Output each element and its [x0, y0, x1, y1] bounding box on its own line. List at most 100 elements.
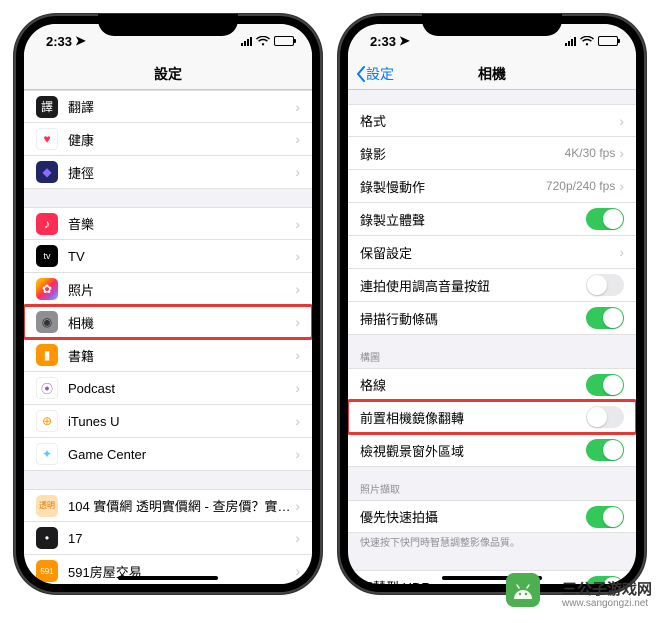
toggle-switch[interactable]: [586, 506, 624, 528]
back-label: 設定: [366, 64, 394, 84]
phone-right: 2:33 ➤ 設定 相機 格式›錄影4K/30 fps›錄製慢動: [338, 14, 646, 594]
row-label: 相機: [68, 313, 295, 332]
signal-icon: [241, 37, 252, 46]
app-icon: ▮: [36, 344, 58, 366]
toggle-switch[interactable]: [586, 406, 624, 428]
chevron-right-icon: ›: [295, 164, 300, 180]
nav-title: 相機: [478, 64, 506, 84]
app-icon: 譯: [36, 96, 58, 118]
chevron-right-icon: ›: [295, 498, 300, 514]
battery-icon: [274, 36, 294, 46]
chevron-right-icon: ›: [619, 113, 624, 129]
battery-icon: [598, 36, 618, 46]
app-icon: •: [36, 527, 58, 549]
settings-row[interactable]: ◉ 相機›: [24, 306, 312, 339]
toggle-switch[interactable]: [586, 374, 624, 396]
row-label: 錄製立體聲: [360, 210, 586, 229]
screen-right: 2:33 ➤ 設定 相機 格式›錄影4K/30 fps›錄製慢動: [348, 24, 636, 584]
settings-row[interactable]: 透明104 實價網 透明實價網 - 查房價？實…›: [24, 489, 312, 522]
location-icon: ➤: [399, 33, 410, 49]
notch: [422, 14, 562, 36]
app-icon: tv: [36, 245, 58, 267]
home-indicator[interactable]: [118, 576, 218, 580]
row-label: 捷徑: [68, 163, 295, 182]
settings-row[interactable]: ⦿Podcast›: [24, 372, 312, 405]
chevron-right-icon: ›: [295, 413, 300, 429]
signal-icon: [565, 37, 576, 46]
app-icon: 591: [36, 560, 58, 582]
row-label: 連拍使用調高音量按鈕: [360, 276, 586, 295]
settings-row: 錄製立體聲: [348, 203, 636, 236]
chevron-right-icon: ›: [295, 314, 300, 330]
app-icon: ◉: [36, 311, 58, 333]
toggle-switch[interactable]: [586, 307, 624, 329]
settings-row[interactable]: ▮ 書籍›: [24, 339, 312, 372]
phone-left: 2:33 ➤ 設定 譯翻譯›♥健康›◆捷徑›♪音樂›tvTV›✿照片›◉相機›▮…: [14, 14, 322, 594]
toggle-switch[interactable]: [586, 274, 624, 296]
chevron-right-icon: ›: [619, 244, 624, 260]
settings-row[interactable]: 錄影4K/30 fps›: [348, 137, 636, 170]
chevron-right-icon: ›: [295, 347, 300, 363]
back-button[interactable]: 設定: [356, 64, 394, 84]
settings-row: 格線: [348, 368, 636, 401]
app-icon: ⊕: [36, 410, 58, 432]
nav-bar: 設定: [24, 58, 312, 90]
location-icon: ➤: [75, 33, 86, 49]
row-label: 前置相機鏡像翻轉: [360, 408, 586, 427]
row-label: 書籍: [68, 346, 295, 365]
row-label: 錄影: [360, 144, 565, 163]
settings-row: 檢視觀景窗外區域: [348, 434, 636, 467]
row-label: 錄製慢動作: [360, 177, 546, 196]
row-label: 掃描行動條碼: [360, 309, 586, 328]
settings-row[interactable]: ✿照片›: [24, 273, 312, 306]
section-footer: 快速按下快門時智慧調整影像品質。: [348, 533, 636, 556]
chevron-right-icon: ›: [295, 563, 300, 579]
settings-row[interactable]: ⊕ iTunes U›: [24, 405, 312, 438]
settings-row[interactable]: 譯翻譯›: [24, 90, 312, 123]
row-label: 音樂: [68, 214, 295, 233]
settings-row[interactable]: tvTV›: [24, 240, 312, 273]
chevron-right-icon: ›: [295, 216, 300, 232]
app-icon: ♪: [36, 213, 58, 235]
toggle-switch[interactable]: [586, 439, 624, 461]
screen-left: 2:33 ➤ 設定 譯翻譯›♥健康›◆捷徑›♪音樂›tvTV›✿照片›◉相機›▮…: [24, 24, 312, 584]
watermark-text: 三公子游戏网 www.sangongzi.net: [562, 582, 652, 610]
settings-list[interactable]: 譯翻譯›♥健康›◆捷徑›♪音樂›tvTV›✿照片›◉相機›▮書籍›⦿Podcas…: [24, 90, 312, 584]
settings-row: 掃描行動條碼: [348, 302, 636, 335]
settings-row[interactable]: ◆捷徑›: [24, 156, 312, 189]
status-time: 2:33: [46, 34, 72, 49]
app-icon: ✦: [36, 443, 58, 465]
row-label: iTunes U: [68, 414, 295, 429]
settings-row[interactable]: ♥ 健康›: [24, 123, 312, 156]
nav-bar: 設定 相機: [348, 58, 636, 90]
row-detail: 4K/30 fps: [565, 146, 616, 160]
row-label: Podcast: [68, 381, 295, 396]
toggle-switch[interactable]: [586, 208, 624, 230]
row-label: 翻譯: [68, 97, 295, 116]
chevron-right-icon: ›: [295, 99, 300, 115]
chevron-right-icon: ›: [619, 178, 624, 194]
chevron-right-icon: ›: [295, 131, 300, 147]
nav-title: 設定: [154, 64, 182, 84]
chevron-right-icon: ›: [295, 248, 300, 264]
settings-row[interactable]: ✦Game Center›: [24, 438, 312, 471]
settings-row[interactable]: 保留設定›: [348, 236, 636, 269]
row-label: 104 實價網 透明實價網 - 查房價？實…: [68, 496, 295, 515]
row-label: 健康: [68, 130, 295, 149]
app-icon: ♥: [36, 128, 58, 150]
settings-row: 連拍使用調高音量按鈕: [348, 269, 636, 302]
section-header: 照片擷取: [348, 467, 636, 500]
app-icon: ⦿: [36, 377, 58, 399]
chevron-right-icon: ›: [619, 145, 624, 161]
row-label: Game Center: [68, 447, 295, 462]
settings-row[interactable]: 格式›: [348, 104, 636, 137]
row-label: 格線: [360, 375, 586, 394]
row-label: 照片: [68, 280, 295, 299]
watermark-en: www.sangongzi.net: [562, 598, 652, 609]
settings-row[interactable]: 錄製慢動作720p/240 fps›: [348, 170, 636, 203]
settings-row[interactable]: ♪ 音樂›: [24, 207, 312, 240]
settings-row[interactable]: •17›: [24, 522, 312, 555]
app-icon: ✿: [36, 278, 58, 300]
row-label: 優先快速拍攝: [360, 507, 586, 526]
camera-settings-list[interactable]: 格式›錄影4K/30 fps›錄製慢動作720p/240 fps›錄製立體聲保留…: [348, 90, 636, 584]
